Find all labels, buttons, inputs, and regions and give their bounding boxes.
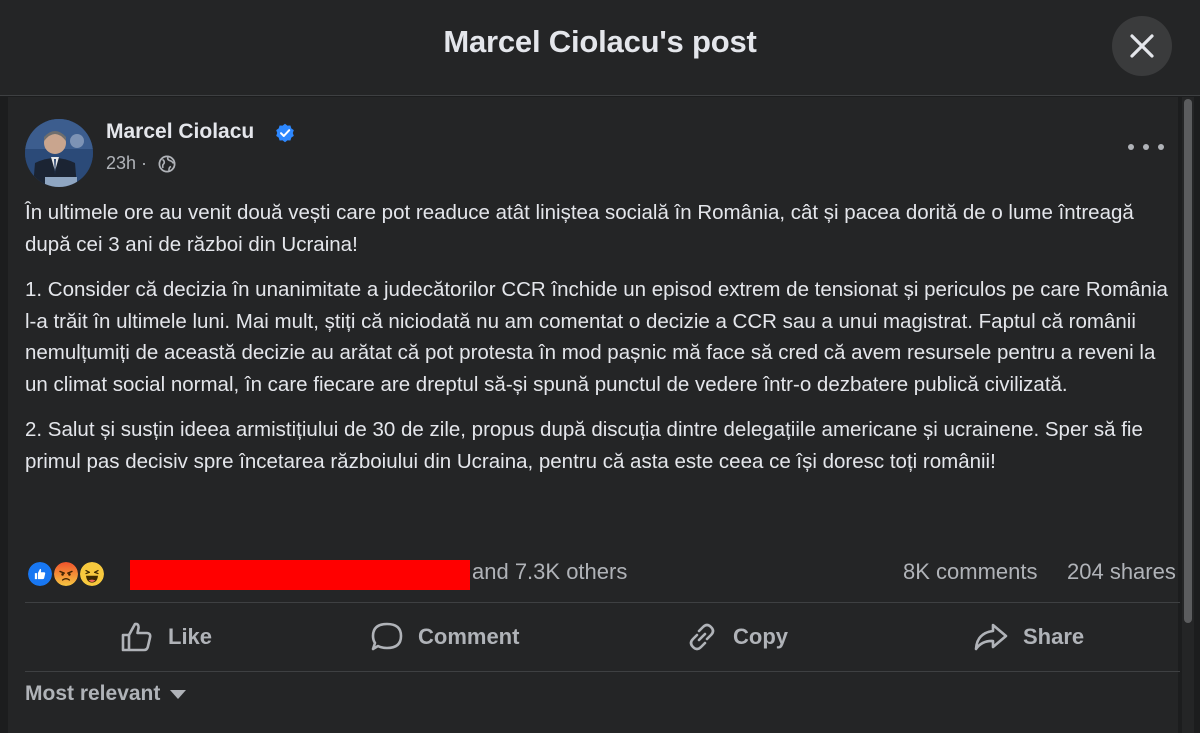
reactions-others-count[interactable]: and 7.3K others	[472, 559, 627, 585]
divider	[25, 671, 1180, 672]
modal-header: Marcel Ciolacu's post	[0, 0, 1200, 96]
comment-icon	[371, 622, 403, 651]
post-paragraph: În ultimele ore au venit două vești care…	[25, 201, 1134, 256]
modal-title: Marcel Ciolacu's post	[443, 24, 757, 59]
share-icon	[974, 623, 1008, 651]
comment-label: Comment	[418, 624, 520, 649]
share-label: Share	[1023, 624, 1085, 649]
copy-button[interactable]: Copy	[685, 604, 788, 670]
close-button[interactable]	[1112, 16, 1172, 76]
like-button[interactable]: Like	[120, 604, 212, 670]
like-reaction-icon	[26, 560, 54, 588]
share-button[interactable]: Share	[973, 604, 1084, 670]
shares-count[interactable]: 204 shares	[1067, 559, 1176, 585]
more-dot-icon	[1143, 144, 1149, 150]
post-time-label: 23h	[106, 153, 137, 173]
verified-badge-icon	[276, 123, 294, 143]
more-options-button[interactable]	[1128, 135, 1164, 159]
comment-sort-dropdown[interactable]: Most relevant	[25, 682, 187, 706]
haha-reaction-icon	[78, 560, 106, 588]
caret-down-icon	[170, 689, 187, 699]
sort-label: Most relevant	[25, 682, 161, 705]
comments-count[interactable]: 8K comments	[903, 559, 1038, 585]
angry-reaction-icon	[52, 560, 80, 588]
post-timestamp[interactable]: 23h ·	[106, 153, 147, 174]
post-container: Marcel Ciolacu 23h · În ultimele ore au …	[8, 97, 1180, 733]
post-paragraph: 1. Consider că decizia în unanimitate a …	[25, 278, 1168, 396]
scrollbar[interactable]	[1182, 97, 1194, 733]
reactions-bar: and 7.3K others 8K comments 204 shares	[26, 557, 1186, 591]
close-icon	[1130, 34, 1154, 58]
globe-icon	[158, 155, 176, 173]
divider	[25, 602, 1180, 603]
redacted-names	[130, 560, 470, 590]
comment-button[interactable]: Comment	[370, 604, 519, 670]
like-label: Like	[168, 624, 213, 649]
more-dot-icon	[1128, 144, 1134, 150]
post-text: În ultimele ore au venit două vești care…	[25, 197, 1170, 491]
post-actions: Like Comment Copy Share	[25, 604, 1180, 670]
avatar[interactable]	[25, 119, 93, 187]
copy-label: Copy	[733, 624, 788, 649]
scrollbar-thumb[interactable]	[1184, 99, 1192, 623]
post-paragraph: 2. Salut și susțin ideea armistițiului d…	[25, 418, 1143, 473]
more-dot-icon	[1158, 144, 1164, 150]
author-name[interactable]: Marcel Ciolacu	[106, 120, 254, 144]
reaction-icons[interactable]	[26, 557, 126, 591]
like-icon	[121, 622, 152, 652]
author-photo	[25, 119, 93, 187]
link-icon	[689, 623, 715, 651]
